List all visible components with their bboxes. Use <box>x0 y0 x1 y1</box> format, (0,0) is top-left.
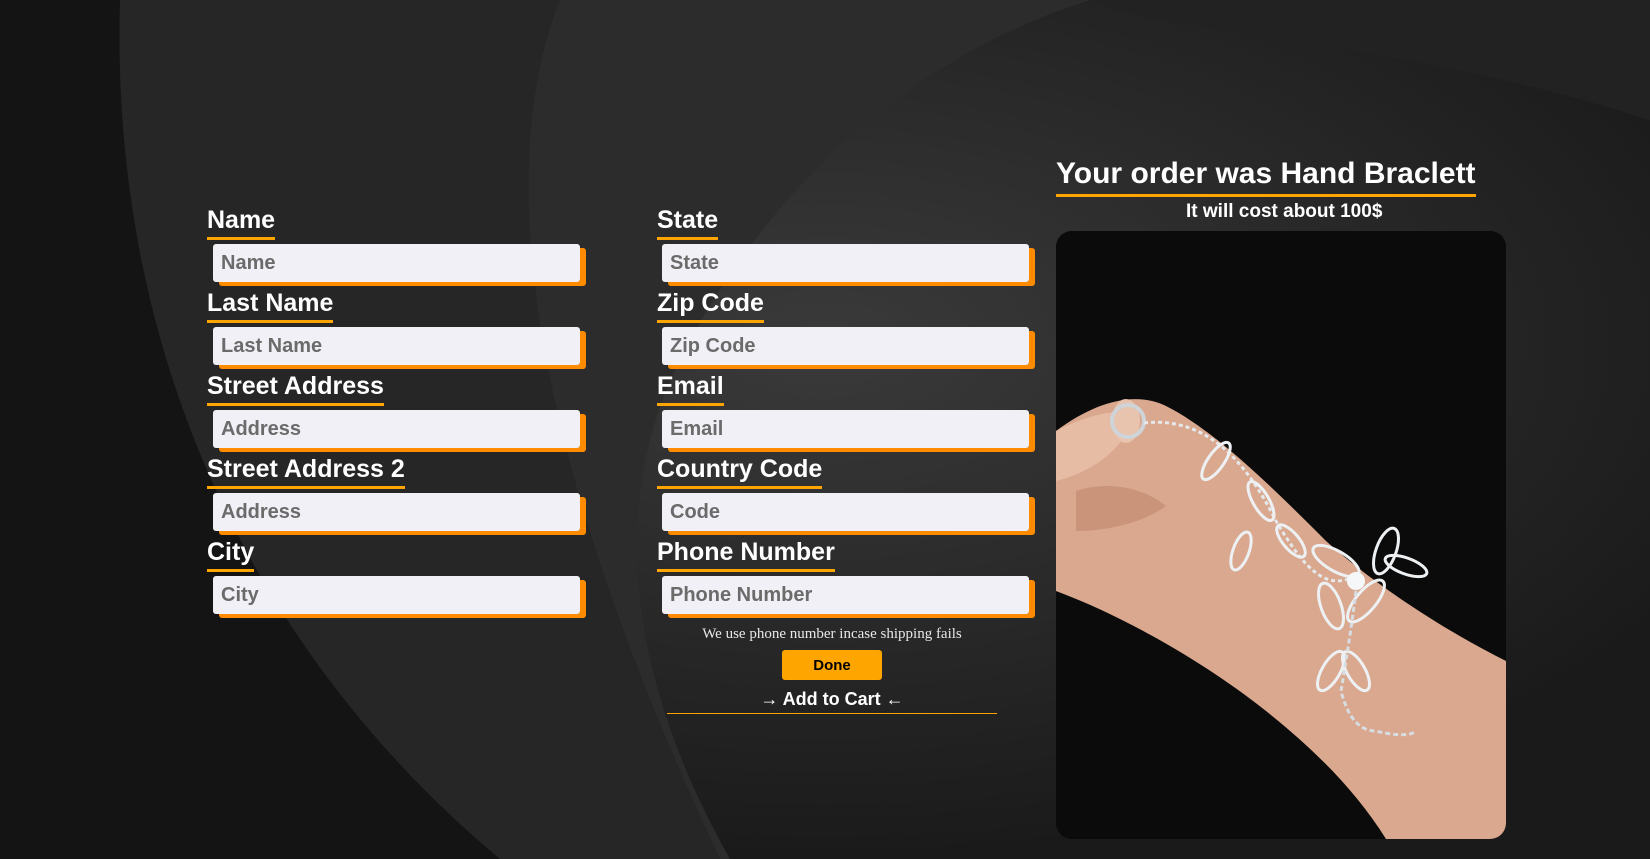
last-name-input[interactable] <box>213 327 580 365</box>
phone-number-label: Phone Number <box>657 537 835 572</box>
street-address-2-label: Street Address 2 <box>207 454 405 489</box>
email-field-wrapper <box>662 410 1029 448</box>
city-label: City <box>207 537 255 572</box>
hand-bracelet-illustration <box>1056 231 1506 839</box>
phone-usage-note: We use phone number incase shipping fail… <box>702 626 962 642</box>
order-cost: It will cost about 100$ <box>1186 201 1383 222</box>
country-code-label: Country Code <box>657 454 823 489</box>
add-to-cart-link[interactable]: → Add to Cart ← <box>667 689 997 714</box>
product-image <box>1056 231 1506 839</box>
street-address-input[interactable] <box>213 410 580 448</box>
last-name-label: Last Name <box>207 288 334 323</box>
last-name-field-wrapper <box>213 327 580 365</box>
country-code-input[interactable] <box>662 493 1029 531</box>
zip-code-label: Zip Code <box>657 288 764 323</box>
state-field-wrapper <box>662 244 1029 282</box>
zip-code-input[interactable] <box>662 327 1029 365</box>
city-field-wrapper <box>213 576 580 614</box>
state-input[interactable] <box>662 244 1029 282</box>
email-input[interactable] <box>662 410 1029 448</box>
phone-number-field-wrapper <box>662 576 1029 614</box>
street-address-2-input[interactable] <box>213 493 580 531</box>
done-button[interactable]: Done <box>782 650 882 680</box>
street-address-field-wrapper <box>213 410 580 448</box>
street-address-label: Street Address <box>207 371 384 406</box>
name-field-wrapper <box>213 244 580 282</box>
zip-code-field-wrapper <box>662 327 1029 365</box>
name-input[interactable] <box>213 244 580 282</box>
email-label: Email <box>657 371 724 406</box>
state-label: State <box>657 205 719 240</box>
city-input[interactable] <box>213 576 580 614</box>
phone-number-input[interactable] <box>662 576 1029 614</box>
name-label: Name <box>207 205 276 240</box>
street-address-2-field-wrapper <box>213 493 580 531</box>
country-code-field-wrapper <box>662 493 1029 531</box>
order-title: Your order was Hand Braclett <box>1056 156 1476 197</box>
